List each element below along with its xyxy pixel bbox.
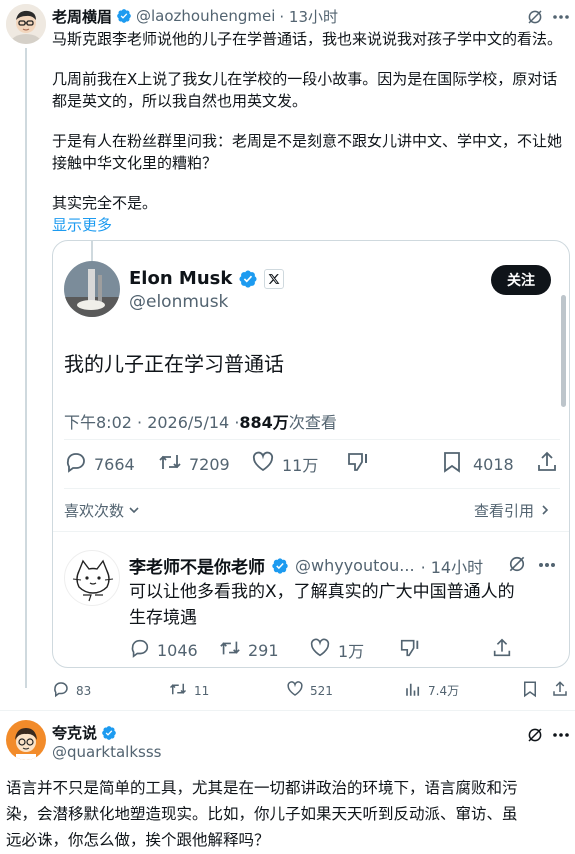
reply-time[interactable]: · 14小时 [421,554,484,578]
reply-retweet-button[interactable]: 291 [218,637,279,663]
tweet2-verified-badge-icon [101,725,117,741]
quoted-author-name[interactable]: Elon Musk [129,268,232,289]
tweet-retweet-button[interactable]: 11 [168,680,209,701]
quoted-views-label: 次查看 [288,413,337,432]
author-avatar[interactable] [6,4,46,44]
quoted-text: 我的儿子正在学习普通话 [64,352,284,376]
quoted-reply-button[interactable]: 7664 [64,450,135,478]
reply-heart-icon [308,637,332,663]
tweet2-author-handle[interactable]: @quarktalksss [52,743,161,761]
tweet-retweet-icon [168,680,188,701]
view-quotes-label: 查看引用 [474,502,535,520]
reply-icon [64,450,88,478]
reply-verified-badge-icon [271,557,289,575]
quoted-like-count: 11万 [282,456,319,475]
bookmark-icon [441,450,463,478]
reply-share-icon[interactable] [491,637,513,663]
elon-avatar[interactable] [64,261,120,317]
quoted-tweet-card[interactable]: Elon Musk @elonmusk 关注 我的儿子正在学习普通话 下午8:0… [52,240,570,668]
retweet-icon [157,450,183,478]
tweet2-more-options-icon[interactable] [552,728,570,742]
scrollbar-thumb[interactable] [561,295,566,407]
tweet-heart-icon [286,680,304,701]
reply-grok-icon[interactable] [507,554,527,574]
tweet2-text-line-2: 染，会潜移默化地塑造现实。比如，你儿子如果天天听到反动派、窜访、虽 [6,805,518,823]
quoted-author-handle[interactable]: @elonmusk [129,292,228,312]
reply-reply-count: 1046 [157,640,198,660]
tweet-share-icon[interactable] [551,680,569,702]
tweet-bookmark-icon[interactable] [521,680,539,702]
quoted-bookmark-count: 4018 [473,454,514,474]
quoted-bookmark-button[interactable]: 4018 [441,450,514,478]
heart-icon [250,450,276,478]
tweet2-text-line-1: 语言并不只是简单的工具，尤其是在一切都讲政治的环境下，语言腐败和污 [6,779,518,797]
reply-reply-button[interactable]: 1046 [129,637,198,663]
share-icon[interactable] [535,450,559,478]
more-options-icon[interactable] [552,10,570,24]
quoted-like-button[interactable]: 11万 [250,450,318,478]
tweet2-grok-icon[interactable] [526,726,544,744]
follow-button[interactable]: 关注 [491,265,551,295]
reply-author-handle[interactable]: @whyyoutou... [295,556,415,575]
reply-retweet-count: 291 [248,640,279,660]
tweet-paragraph-3: 于是有人在粉丝群里问我：老周是不是刻意不跟女儿讲中文、学中文，不让她接触中华文化… [52,132,563,172]
reply-more-options-icon[interactable] [537,558,557,572]
reply-retweet-icon [218,637,242,663]
tweet-like-button[interactable]: 521 [286,680,333,701]
quoted-reply-count: 7664 [94,454,135,474]
tweet-reply-button[interactable]: 83 [52,680,91,701]
grok-icon[interactable] [526,8,544,26]
reply-downvote-icon[interactable] [398,637,422,663]
views-chart-icon [404,680,422,701]
reply-reply-icon [129,637,151,663]
author-name[interactable]: 老周横眉 [52,6,112,27]
tweet-reply-count: 83 [76,683,92,698]
author-handle[interactable]: @laozhouhengmei [136,7,275,25]
show-more-link[interactable]: 显示更多 [52,214,570,236]
tweet2-author-name[interactable]: 夸克说 [52,722,97,743]
reply-author-name[interactable]: 李老师不是你老师 [129,553,265,578]
tweet2-avatar[interactable] [6,720,46,760]
tweet-paragraph-1: 马斯克跟李老师说他的儿子在学普通话，我也来说说我对孩子学中文的看法。 [52,30,563,48]
view-quotes-link[interactable]: 查看引用 [474,500,550,521]
follow-button-label: 关注 [507,273,535,289]
chevron-down-icon [128,502,140,520]
likes-list-link[interactable]: 喜欢次数 [64,500,140,521]
quoted-thread-line [91,241,93,261]
quoted-verified-badge-icon [238,269,258,289]
tweet-views-button[interactable]: 7.4万 [404,680,459,701]
quoted-retweet-count: 7209 [189,454,230,474]
tweet2-text-line-3: 远必诛，你怎么做，挨个跟他解释吗？ [6,831,270,849]
verified-badge-icon [116,8,132,24]
likes-list-label: 喜欢次数 [64,502,125,520]
x-affiliate-icon [264,268,285,289]
tweet-retweet-count: 11 [194,683,210,698]
quoted-views-count: 884万 [239,413,289,432]
reply-text-line-1: 可以让他多看我的X，了解真实的广大中国普通人的 [129,582,515,602]
reply-text-line-2: 生存境遇 [129,608,197,628]
quoted-timestamp[interactable]: 下午8:02 · 2026/5/14 · [64,409,239,433]
thread-line [25,48,27,688]
tweet-paragraph-4: 其实完全不是。 [52,194,158,212]
reply-avatar[interactable] [64,550,120,606]
downvote-icon[interactable] [345,450,371,478]
tweet-time[interactable]: · 13小时 [279,6,338,27]
tweet-paragraph-2: 几周前我在X上说了我女儿在学校的一段小故事。因为是在国际学校，原对话都是英文的，… [52,70,558,110]
tweet-like-count: 521 [310,683,333,698]
quoted-retweet-button[interactable]: 7209 [157,450,230,478]
tweet-reply-icon [52,680,70,701]
tweet-views-count: 7.4万 [428,684,460,698]
chevron-right-icon [540,502,550,520]
reply-like-count: 1万 [338,642,365,661]
reply-like-button[interactable]: 1万 [308,637,364,663]
